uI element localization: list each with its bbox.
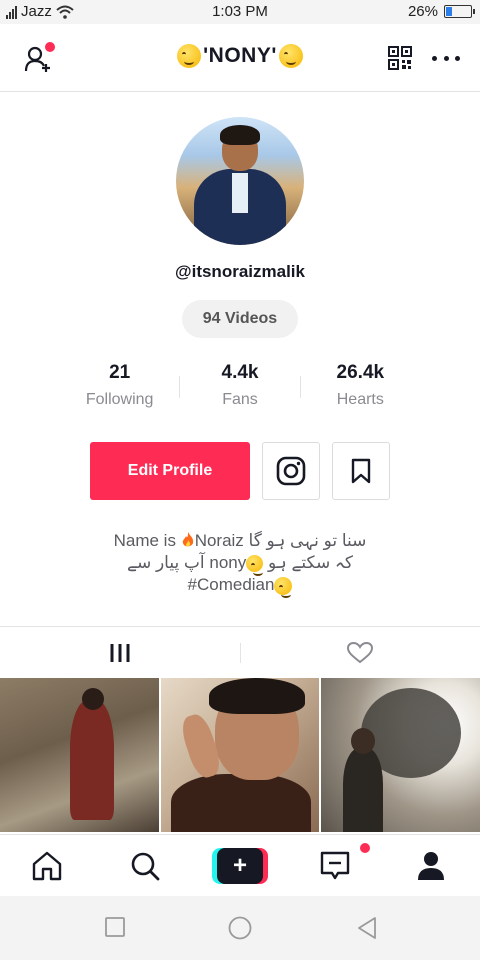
stat-hearts[interactable]: 26.4k Hearts — [301, 362, 420, 412]
bio-text: Name is — [113, 531, 181, 550]
recent-apps-button[interactable] — [104, 916, 128, 940]
winking-tongue-emoji-icon — [246, 555, 264, 577]
me-profile-icon — [418, 852, 444, 880]
instagram-icon — [276, 456, 306, 486]
battery-percent: 26% — [407, 3, 438, 20]
create-video-button[interactable]: + — [212, 848, 268, 884]
bio-hashtag: #Comedian — [187, 575, 275, 594]
page-title-text: 'NONY' — [203, 44, 277, 67]
bio-text: کہ سکتے ہو — [263, 553, 353, 572]
video-thumb-2[interactable] — [160, 678, 320, 832]
system-back-button[interactable] — [356, 916, 380, 940]
inbox-icon — [320, 851, 350, 880]
bio-line-2: آپ پیار سے nony کہ سکتے ہو — [0, 552, 480, 577]
profile-stats: 21 Following 4.4k Fans 26.4k Hearts — [60, 362, 420, 412]
more-dot — [455, 55, 460, 61]
edit-profile-button[interactable]: Edit Profile — [90, 442, 250, 500]
stat-value: 21 — [109, 362, 131, 383]
video-thumb-3[interactable] — [321, 678, 480, 832]
thumb-figure — [70, 688, 114, 820]
bio-text: Noraiz سنا تو نہی ہو گا — [194, 531, 367, 550]
bottom-nav: + — [0, 834, 480, 896]
status-bar: Jazz 1:03 PM 26% — [0, 0, 480, 24]
more-button[interactable] — [432, 46, 460, 70]
search-icon — [131, 852, 160, 881]
bookmark-icon — [351, 458, 371, 484]
more-dot — [443, 55, 449, 61]
winking-tongue-emoji-icon — [177, 44, 202, 68]
system-nav-bar — [0, 896, 480, 960]
thumb-figure — [343, 728, 384, 832]
qr-code-icon — [388, 46, 412, 70]
tab-liked[interactable] — [240, 627, 480, 679]
battery-icon — [444, 5, 475, 18]
fire-emoji-icon — [182, 532, 193, 547]
bio-text: nony — [209, 553, 247, 572]
favorites-button[interactable] — [332, 442, 390, 500]
more-dot — [432, 55, 437, 61]
stat-value: 4.4k — [221, 362, 259, 383]
notification-dot — [360, 843, 370, 853]
system-home-button[interactable] — [228, 916, 252, 940]
avatar-shirt — [232, 173, 248, 213]
recent-apps-icon — [105, 917, 125, 937]
nav-home[interactable] — [30, 849, 64, 883]
videos-grid-icon — [110, 644, 130, 662]
video-thumb-1[interactable] — [0, 678, 159, 832]
thumb-hair — [208, 678, 305, 714]
content-tabs — [0, 626, 480, 678]
nav-discover[interactable] — [128, 849, 162, 883]
home-icon — [32, 851, 62, 881]
profile-bio: Name is Noraiz سنا تو نہی ہو گا آپ پیار … — [0, 530, 480, 598]
video-grid — [0, 678, 480, 832]
bio-line-3: #Comedian — [0, 574, 480, 598]
tab-videos[interactable] — [0, 627, 240, 679]
stat-label: Fans — [222, 391, 258, 408]
winking-tongue-emoji-icon — [278, 44, 303, 68]
back-triangle-icon — [358, 917, 376, 939]
nav-inbox[interactable] — [318, 843, 370, 883]
stat-fans[interactable]: 4.4k Fans — [180, 362, 299, 412]
profile-header: 'NONY' — [0, 24, 480, 92]
avatar[interactable] — [176, 117, 304, 245]
qr-code-button[interactable] — [388, 46, 412, 70]
avatar-hair — [220, 125, 260, 145]
battery-group: 26% — [407, 3, 475, 20]
create-plus-icon: + — [217, 848, 263, 884]
stat-label: Following — [85, 391, 154, 408]
liked-heart-icon — [347, 642, 373, 664]
bio-text: آپ پیار سے — [127, 553, 210, 572]
stat-value: 26.4k — [336, 362, 385, 383]
username: @itsnoraizmalik — [175, 262, 305, 281]
bio-line-1: Name is Noraiz سنا تو نہی ہو گا — [0, 530, 480, 552]
instagram-button[interactable] — [262, 442, 320, 500]
videos-count-pill[interactable]: 94 Videos — [182, 300, 298, 338]
grinning-emoji-icon — [274, 576, 293, 598]
stat-label: Hearts — [336, 391, 384, 408]
home-circle-icon — [228, 916, 252, 940]
thumb-figure — [170, 774, 311, 832]
nav-me[interactable] — [414, 849, 448, 883]
stat-following[interactable]: 21 Following — [60, 362, 179, 412]
